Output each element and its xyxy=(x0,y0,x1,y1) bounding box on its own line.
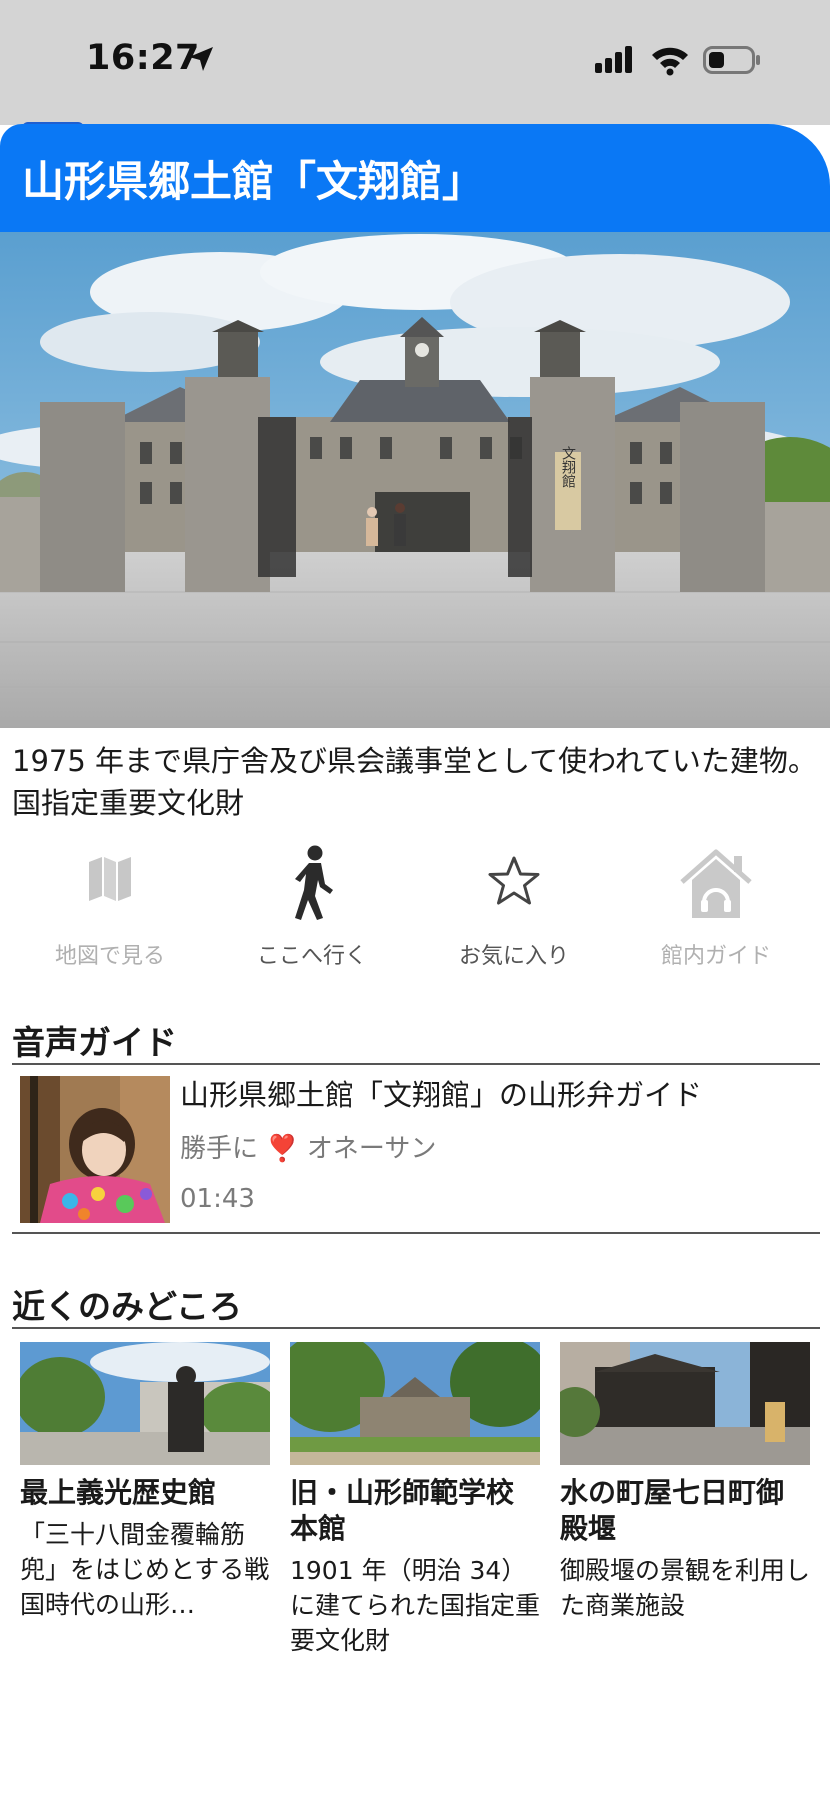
audio-guide-heading: 音声ガイド xyxy=(12,1023,177,1062)
battery-icon xyxy=(703,46,760,74)
guide-avatar xyxy=(20,1076,170,1223)
walking-person-icon xyxy=(295,845,333,920)
nearby-heading: 近くのみどころ xyxy=(12,1287,243,1326)
status-bar: 16:27 xyxy=(0,0,830,125)
nearby-image xyxy=(20,1342,270,1465)
nearby-card[interactable]: 水の町屋七日町御殿堰 御殿堰の景観を利用した商業施設 xyxy=(560,1342,810,1623)
nearby-name: 水の町屋七日町御殿堰 xyxy=(560,1476,785,1545)
go-here-button[interactable]: ここへ行く xyxy=(212,842,412,972)
nearby-image xyxy=(290,1342,540,1465)
heart-exclamation-icon: ❣️ xyxy=(266,1134,299,1164)
house-headphones-icon xyxy=(680,849,752,918)
nearby-divider xyxy=(12,1327,820,1329)
hero-image: 文翔館 xyxy=(0,232,830,728)
status-time: 16:27 xyxy=(86,38,200,78)
star-icon xyxy=(488,856,540,905)
favorite-label: お気に入り xyxy=(458,944,569,969)
favorite-button[interactable]: お気に入り xyxy=(414,842,614,972)
guide-duration: 01:43 xyxy=(180,1184,255,1214)
nearby-name: 最上義光歴史館 xyxy=(20,1476,217,1509)
audio-guide-item[interactable]: 山形県郷土館「文翔館」の山形弁ガイド 勝手に ❣️ オネーサン 01:43 xyxy=(12,1066,820,1232)
map-view-label: 地図で見る xyxy=(54,944,165,969)
indoor-guide-button[interactable]: 館内ガイド xyxy=(616,842,816,972)
location-arrow-icon xyxy=(189,47,213,71)
guide-author-prefix: 勝手に xyxy=(180,1134,259,1164)
nearby-description: 1901 年（明治 34）に建てられた国指定重要文化財 xyxy=(290,1556,541,1655)
nearby-card[interactable]: 最上義光歴史館 「三十八間金覆輪筋兜」をはじめとする戦国時代の山形… xyxy=(20,1342,270,1622)
guide-title: 山形県郷土館「文翔館」の山形弁ガイド xyxy=(180,1078,703,1112)
signal-icon xyxy=(595,46,632,73)
audio-guide-divider-top xyxy=(12,1063,820,1065)
nearby-description: 御殿堰の景観を利用した商業施設 xyxy=(560,1556,811,1620)
audio-guide-divider-bottom xyxy=(12,1232,820,1234)
wifi-icon xyxy=(652,47,688,76)
guide-author-name: オネーサン xyxy=(306,1134,437,1164)
place-description: 1975 年まで県庁舎及び県会議事堂として使われていた建物。国指定重要文化財 xyxy=(12,744,817,820)
nearby-card[interactable]: 旧・山形師範学校本館 1901 年（明治 34）に建てられた国指定重要文化財 xyxy=(290,1342,540,1658)
guide-author: 勝手に ❣️ オネーサン xyxy=(180,1128,436,1165)
gate-sign-text: 文翔館 xyxy=(560,446,576,488)
map-view-button[interactable]: 地図で見る xyxy=(10,842,210,972)
indoor-guide-label: 館内ガイド xyxy=(660,944,771,969)
go-here-label: ここへ行く xyxy=(256,944,367,969)
action-row: 地図で見る ここへ行く お気に入り 館内ガイド xyxy=(0,842,830,972)
nearby-description: 「三十八間金覆輪筋兜」をはじめとする戦国時代の山形… xyxy=(20,1520,270,1619)
page-title: 山形県郷土館「文翔館」 xyxy=(22,157,485,206)
nearby-image xyxy=(560,1342,810,1465)
nearby-name: 旧・山形師範学校本館 xyxy=(290,1476,515,1545)
map-icon xyxy=(89,857,131,901)
